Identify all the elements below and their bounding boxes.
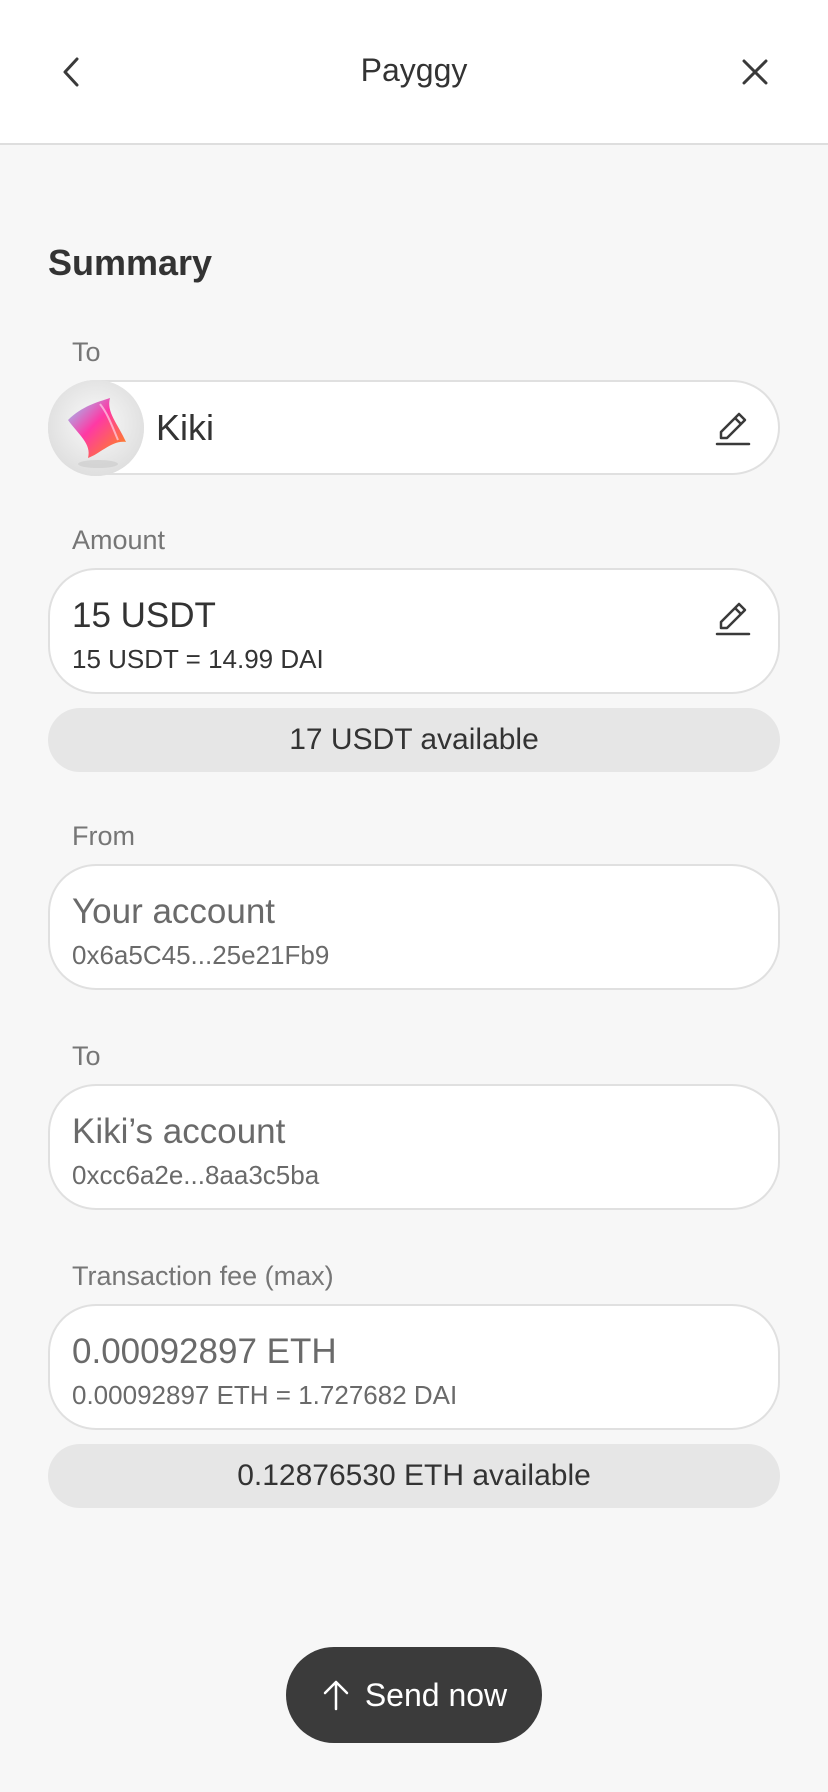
- to-account-field: Kiki’s account 0xcc6a2e...8aa3c5ba: [48, 1084, 780, 1210]
- fee-field: 0.00092897 ETH 0.00092897 ETH = 1.727682…: [48, 1304, 780, 1430]
- usdt-available-badge: 17 USDT available: [48, 708, 780, 772]
- recipient-field[interactable]: Kiki: [48, 380, 780, 476]
- from-account-field: Your account 0x6a5C45...25e21Fb9: [48, 864, 780, 990]
- summary-title: Summary: [48, 242, 213, 283]
- pencil-icon: [715, 602, 751, 636]
- close-button[interactable]: [727, 44, 783, 100]
- from-account-name: Your account: [72, 892, 276, 931]
- edit-recipient-button[interactable]: [711, 406, 755, 450]
- amount-value: 15 USDT: [72, 596, 216, 635]
- eth-available-badge: 0.12876530 ETH available: [48, 1444, 780, 1508]
- amount-label: Amount: [72, 525, 166, 555]
- fee-value: 0.00092897 ETH: [72, 1332, 337, 1371]
- to-label: To: [72, 1041, 101, 1071]
- from-account-address: 0x6a5C45...25e21Fb9: [72, 940, 330, 970]
- pencil-icon: [715, 412, 751, 446]
- edit-amount-button[interactable]: [711, 596, 755, 640]
- header-title: Payggy: [360, 52, 468, 88]
- fee-label: Transaction fee (max): [72, 1261, 334, 1291]
- from-label: From: [72, 821, 135, 851]
- close-icon: [742, 59, 768, 85]
- fee-conversion: 0.00092897 ETH = 1.727682 DAI: [72, 1380, 458, 1410]
- amount-field[interactable]: 15 USDT 15 USDT = 14.99 DAI: [48, 568, 780, 694]
- send-now-button[interactable]: Send now: [286, 1647, 542, 1743]
- recipient-name: Kiki: [156, 407, 215, 448]
- send-now-label: Send now: [364, 1676, 508, 1713]
- arrow-up-icon: [323, 1680, 349, 1711]
- to-account-name: Kiki’s account: [72, 1112, 286, 1151]
- recipient-label: To: [72, 337, 101, 367]
- amount-conversion: 15 USDT = 14.99 DAI: [72, 644, 324, 674]
- to-account-address: 0xcc6a2e...8aa3c5ba: [72, 1160, 320, 1190]
- app-header: Payggy: [0, 0, 828, 145]
- avatar: [48, 380, 144, 476]
